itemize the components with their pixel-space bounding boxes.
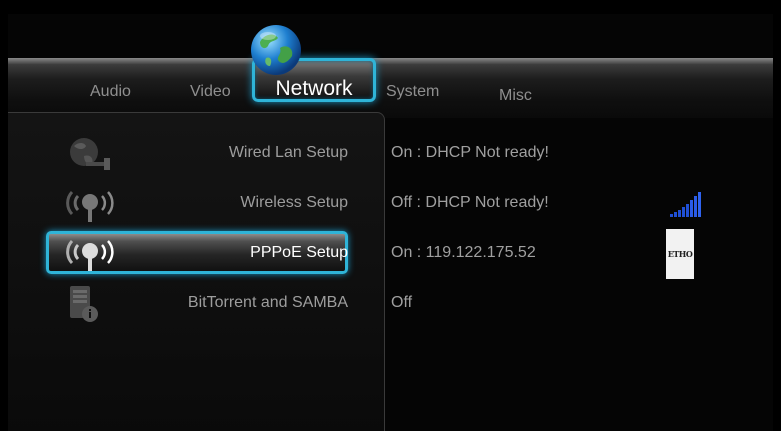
tab-misc[interactable]: Misc [499,84,532,108]
status-wired-lan: On : DHCP Not ready! [391,144,549,161]
menu-item-wireless[interactable]: Wireless Setup [48,192,348,214]
globe-icon [251,25,301,75]
settings-screen: Audio Video System Misc Network Wired La… [8,14,773,431]
menu-item-pppoe[interactable]: PPPoE Setup [48,242,348,264]
pppoe-status-badge: ETHO [666,229,694,279]
status-pppoe: On : 119.122.175.52 [391,244,536,261]
tab-audio[interactable]: Audio [90,80,131,104]
menu-item-wired-lan[interactable]: Wired Lan Setup [48,142,348,164]
status-bittorrent-samba: Off [391,294,413,311]
tab-system[interactable]: System [386,80,439,104]
status-wireless: Off : DHCP Not ready! [391,194,549,211]
menu-item-bittorrent-samba[interactable]: BitTorrent and SAMBA [48,292,348,314]
tab-network-label: Network [275,77,353,100]
tab-video[interactable]: Video [190,80,231,104]
wifi-signal-icon [670,192,701,217]
